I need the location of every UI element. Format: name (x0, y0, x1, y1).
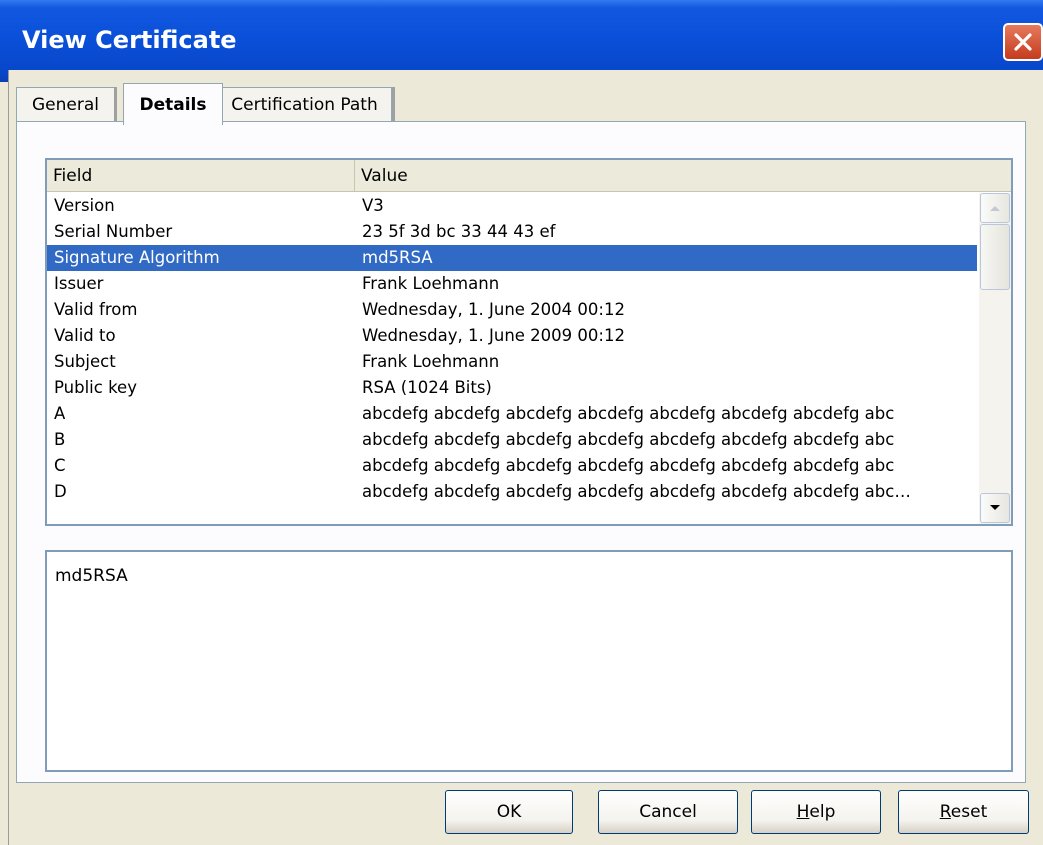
vertical-scrollbar[interactable] (979, 193, 1011, 524)
value-cell: V3 (362, 196, 384, 215)
close-icon (1014, 33, 1032, 51)
table-row-selected[interactable]: Signature Algorithm md5RSA (47, 245, 977, 271)
tab-divider (114, 87, 117, 122)
value-cell: Frank Loehmann (362, 274, 500, 293)
field-cell: Issuer (54, 274, 104, 293)
value-cell: Frank Loehmann (362, 352, 500, 371)
value-cell: Wednesday, 1. June 2009 00:12 (362, 326, 625, 345)
column-header-value[interactable]: Value (355, 160, 985, 191)
table-row[interactable]: B abcdefg abcdefg abcdefg abcdefg abcdef… (47, 427, 977, 453)
field-value-text: md5RSA (55, 566, 128, 586)
cancel-button-label: Cancel (639, 802, 697, 822)
table-row[interactable]: Subject Frank Loehmann (47, 349, 977, 375)
help-button[interactable]: Help (751, 790, 881, 834)
tab-divider (392, 87, 395, 122)
table-row[interactable]: Valid to Wednesday, 1. June 2009 00:12 (47, 323, 977, 349)
field-cell: Serial Number (54, 222, 173, 241)
column-header-field-label: Field (53, 165, 93, 186)
help-label-rest: elp (809, 802, 836, 822)
tab-general[interactable]: General (16, 87, 114, 122)
ok-button[interactable]: OK (445, 790, 573, 834)
tab-details[interactable]: Details (123, 83, 223, 125)
reset-button[interactable]: Reset (898, 790, 1029, 834)
tab-certification-path[interactable]: Certification Path (217, 87, 392, 122)
field-cell: Subject (54, 352, 116, 371)
reset-label-rest: eset (950, 802, 988, 822)
cancel-button[interactable]: Cancel (598, 790, 738, 834)
field-cell: Version (54, 196, 115, 215)
column-header-value-label: Value (361, 165, 408, 186)
table-row[interactable]: Serial Number 23 5f 3d bc 33 44 43 ef (47, 219, 977, 245)
field-cell: Valid to (54, 326, 116, 345)
value-cell: md5RSA (362, 248, 433, 267)
value-cell: abcdefg abcdefg abcdefg abcdefg abcdefg … (362, 482, 911, 501)
value-cell: abcdefg abcdefg abcdefg abcdefg abcdefg … (362, 430, 895, 449)
field-cell: Public key (54, 378, 137, 397)
table-row[interactable]: Issuer Frank Loehmann (47, 271, 977, 297)
value-cell: 23 5f 3d bc 33 44 43 ef (362, 222, 556, 241)
certificate-fields-list[interactable]: Field Value Version V3 Serial Number 23 … (45, 158, 1013, 526)
field-cell: Valid from (54, 300, 138, 319)
value-cell: abcdefg abcdefg abcdefg abcdefg abcdefg … (362, 404, 895, 423)
value-cell: RSA (1024 Bits) (362, 378, 492, 397)
arrow-up-icon (990, 206, 1000, 211)
list-header: Field Value (47, 160, 1011, 192)
help-button-label: Help (797, 802, 836, 822)
window-title: View Certificate (22, 26, 237, 54)
field-cell: Signature Algorithm (54, 248, 220, 267)
table-row[interactable]: Version V3 (47, 193, 977, 219)
table-row[interactable]: Valid from Wednesday, 1. June 2004 00:12 (47, 297, 977, 323)
table-row[interactable]: C abcdefg abcdefg abcdefg abcdefg abcdef… (47, 453, 977, 479)
scrollbar-thumb[interactable] (980, 224, 1010, 290)
table-row[interactable]: Public key RSA (1024 Bits) (47, 375, 977, 401)
reset-mnemonic: R (939, 802, 951, 822)
reset-button-label: Reset (940, 802, 988, 822)
column-header-field[interactable]: Field (47, 160, 355, 191)
table-row[interactable]: A abcdefg abcdefg abcdefg abcdefg abcdef… (47, 401, 977, 427)
field-cell: B (54, 430, 66, 449)
field-value-textbox[interactable]: md5RSA (45, 550, 1013, 772)
table-row[interactable]: D abcdefg abcdefg abcdefg abcdefg abcdef… (47, 479, 977, 505)
arrow-down-icon (990, 505, 1000, 510)
scroll-down-button[interactable] (980, 493, 1010, 523)
list-rows: Version V3 Serial Number 23 5f 3d bc 33 … (47, 193, 977, 505)
tab-certification-path-label: Certification Path (231, 95, 378, 115)
value-cell: abcdefg abcdefg abcdefg abcdefg abcdefg … (362, 456, 895, 475)
tab-details-label: Details (139, 94, 207, 115)
field-cell: A (54, 404, 66, 423)
field-cell: C (54, 456, 66, 475)
tab-general-label: General (32, 95, 99, 115)
close-button[interactable] (1003, 23, 1043, 61)
field-cell: D (54, 482, 67, 501)
value-cell: Wednesday, 1. June 2004 00:12 (362, 300, 625, 319)
help-mnemonic: H (796, 802, 810, 822)
ok-button-label: OK (496, 802, 522, 822)
scroll-up-button[interactable] (980, 193, 1010, 223)
